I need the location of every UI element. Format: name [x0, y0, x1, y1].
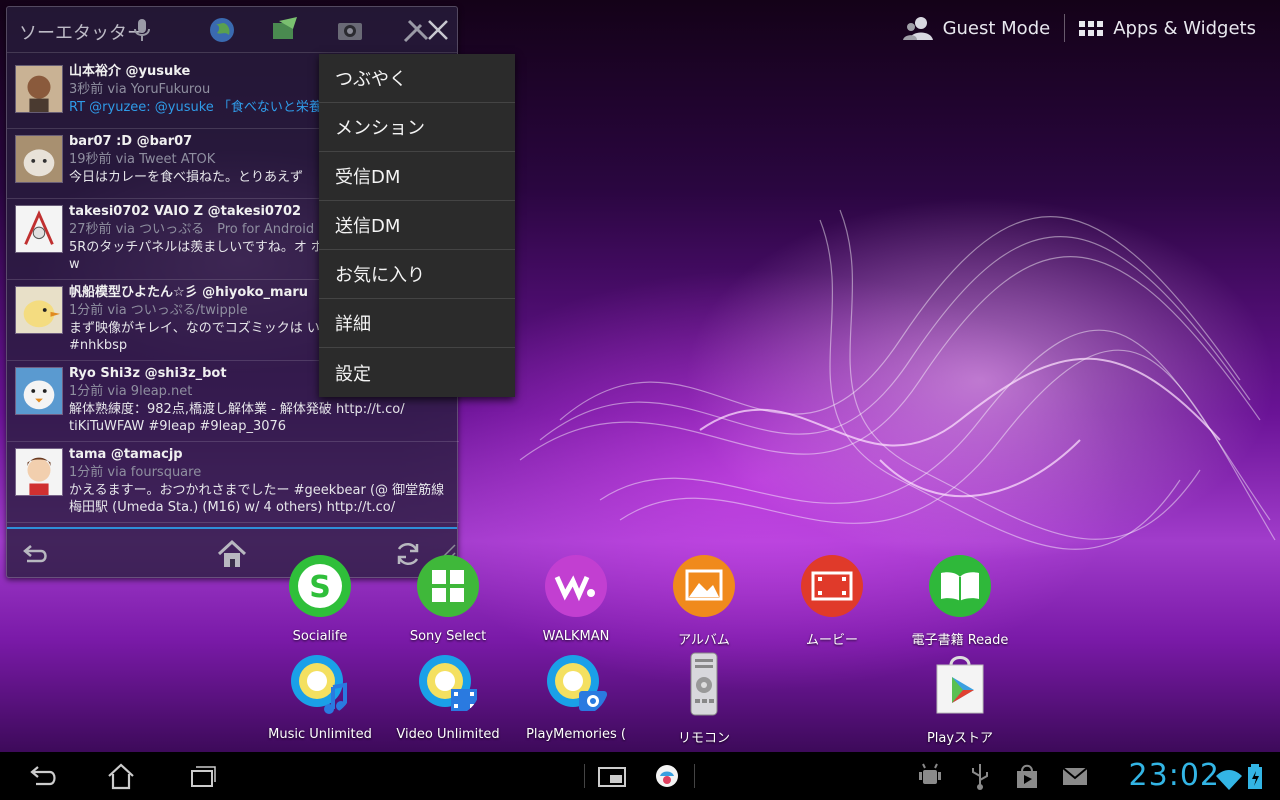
- menu-item-sent-dm[interactable]: 送信DM: [319, 201, 515, 250]
- socialife-icon: S: [289, 555, 351, 617]
- movie-icon: [801, 555, 863, 617]
- app-remote[interactable]: リモコン: [645, 651, 763, 746]
- sysbar-divider: [694, 764, 695, 788]
- app-reader[interactable]: 電子書籍 Reade: [901, 553, 1019, 648]
- app-label: 電子書籍 Reade: [911, 633, 1009, 648]
- tweet-text: 解体熟練度：982点,橋渡し解体業 - 解体発破 http://t.co/ ti…: [69, 402, 405, 434]
- album-icon: [673, 555, 735, 617]
- shopping-bag-icon: [1017, 764, 1037, 788]
- sony-select-icon: [417, 555, 479, 617]
- play-store-icon: [936, 656, 984, 714]
- app-label: アルバム: [678, 633, 730, 648]
- avatar: [15, 367, 63, 415]
- menu-item-received-dm[interactable]: 受信DM: [319, 152, 515, 201]
- compose-icon[interactable]: [269, 15, 299, 45]
- tweet-text: かえるますー。おつかれさまでしたー #geekbear (@ 御堂筋線 梅田駅 …: [69, 483, 445, 515]
- app-label: Socialife: [292, 629, 348, 644]
- back-icon[interactable]: [26, 762, 56, 790]
- app-play-store[interactable]: Playストア: [901, 651, 1019, 746]
- video-unlimited-icon: [419, 655, 477, 711]
- app-video-unlimited[interactable]: Video Unlimited: [389, 651, 507, 742]
- app-playmemories[interactable]: PlayMemories (: [517, 651, 635, 742]
- app-album[interactable]: アルバム: [645, 553, 763, 648]
- tweet-app-icon[interactable]: [652, 762, 682, 790]
- remote-icon: [690, 652, 718, 716]
- status-clock: 23:02: [1128, 758, 1220, 793]
- guest-user-icon: [902, 17, 933, 40]
- app-label: Video Unlimited: [396, 727, 500, 742]
- tweet-author: tama @tamacjp: [69, 447, 183, 462]
- android-debug-icon: [919, 763, 941, 784]
- guest-mode-label: Guest Mode: [942, 17, 1051, 39]
- app-movie[interactable]: ムービー: [773, 553, 891, 648]
- svg-text:S: S: [309, 570, 331, 605]
- system-navigation-bar: 23:02: [0, 752, 1280, 800]
- app-label: PlayMemories (: [526, 727, 626, 742]
- camera-icon[interactable]: [335, 15, 365, 45]
- menu-item-mentions[interactable]: メンション: [319, 103, 515, 152]
- reader-icon: [929, 555, 991, 617]
- usb-icon: [972, 764, 988, 790]
- home-icon[interactable]: [106, 762, 136, 790]
- menu-item-favorites[interactable]: お気に入り: [319, 250, 515, 299]
- avatar: [15, 448, 63, 496]
- app-label: WALKMAN: [542, 629, 610, 644]
- close-icon[interactable]: [423, 15, 453, 45]
- context-menu: つぶやく メンション 受信DM 送信DM お気に入り 詳細 設定: [319, 54, 515, 397]
- playmemories-icon: [547, 655, 607, 711]
- back-arrow-icon[interactable]: [17, 537, 51, 571]
- globe-icon[interactable]: [207, 15, 237, 45]
- menu-item-settings[interactable]: 設定: [319, 348, 515, 397]
- apps-widgets-button[interactable]: Apps & Widgets: [1065, 8, 1270, 48]
- wifi-icon: [1216, 770, 1242, 790]
- walkman-icon: [545, 555, 607, 617]
- app-socialife[interactable]: S Socialife: [261, 553, 379, 644]
- sysbar-divider: [584, 764, 585, 788]
- avatar: [15, 286, 63, 334]
- recent-apps-icon[interactable]: [186, 762, 216, 790]
- app-label: Playストア: [926, 731, 994, 746]
- app-sony-select[interactable]: Sony Select: [389, 553, 507, 644]
- app-label: Sony Select: [409, 629, 487, 644]
- avatar: [15, 65, 63, 113]
- menu-item-details[interactable]: 詳細: [319, 299, 515, 348]
- guest-mode-button[interactable]: Guest Mode: [889, 8, 1065, 48]
- app-label: リモコン: [677, 731, 730, 746]
- app-music-unlimited[interactable]: Music Unlimited: [261, 651, 379, 742]
- small-app-icon[interactable]: [597, 762, 627, 790]
- avatar: [15, 205, 63, 253]
- gmail-icon: [1062, 767, 1088, 785]
- tweet-meta: 1分前 via foursquare: [69, 465, 202, 480]
- home-icon[interactable]: [215, 537, 249, 571]
- microphone-icon[interactable]: [127, 15, 157, 45]
- apps-widgets-label: Apps & Widgets: [1113, 17, 1256, 39]
- apps-grid-icon: [1079, 20, 1104, 36]
- avatar: [15, 135, 63, 183]
- app-label: Music Unlimited: [268, 727, 372, 742]
- menu-item-tweet[interactable]: つぶやく: [319, 54, 515, 103]
- battery-icon: [1248, 764, 1262, 789]
- tweet-item[interactable]: tama @tamacjp 1分前 via foursquare かえるますー。…: [7, 442, 459, 523]
- music-unlimited-icon: [291, 655, 347, 714]
- top-bar: Guest Mode Apps & Widgets: [889, 8, 1270, 48]
- app-walkman[interactable]: WALKMAN: [517, 553, 635, 644]
- widget-header: ソーエタッター: [7, 7, 457, 53]
- app-label: ムービー: [805, 633, 858, 648]
